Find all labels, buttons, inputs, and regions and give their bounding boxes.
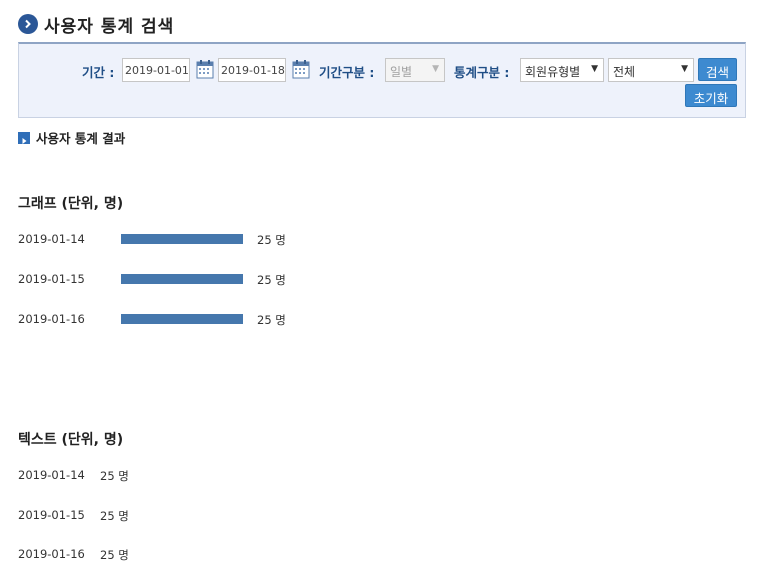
graph-row: 2019-01-14 25 명 <box>18 231 318 247</box>
period-type-value: 일별 <box>390 65 413 79</box>
period-label: 기간 : <box>82 65 115 80</box>
text-date: 2019-01-16 <box>18 547 85 561</box>
search-button[interactable]: 검색 <box>698 58 737 81</box>
stat-type-select[interactable]: 회원유형별 ▼ <box>520 58 604 82</box>
dropdown-arrow-icon: ▼ <box>432 64 439 74</box>
graph-date: 2019-01-16 <box>18 312 85 326</box>
reset-button[interactable]: 초기화 <box>685 84 737 107</box>
graph-row: 2019-01-15 25 명 <box>18 271 318 287</box>
end-date-input[interactable]: 2019-01-18 <box>218 58 286 82</box>
text-row: 2019-01-16 25 명 <box>18 547 218 563</box>
result-title: 사용자 통계 결과 <box>36 131 126 146</box>
start-date-input[interactable]: 2019-01-01 <box>122 58 190 82</box>
graph-date: 2019-01-14 <box>18 232 85 246</box>
member-type-select[interactable]: 전체 ▼ <box>608 58 694 82</box>
chevron-right-icon <box>18 14 38 34</box>
graph-value: 25 명 <box>257 233 286 247</box>
calendar-icon[interactable] <box>292 59 310 79</box>
text-value: 25 명 <box>100 509 129 523</box>
text-row: 2019-01-15 25 명 <box>18 508 218 524</box>
text-row: 2019-01-14 25 명 <box>18 468 218 484</box>
graph-value: 25 명 <box>257 273 286 287</box>
text-date: 2019-01-14 <box>18 468 85 482</box>
graph-row: 2019-01-16 25 명 <box>18 311 318 327</box>
dropdown-arrow-icon: ▼ <box>591 64 598 74</box>
text-value: 25 명 <box>100 548 129 562</box>
result-section-header: 사용자 통계 결과 <box>18 128 125 147</box>
stat-type-value: 회원유형별 <box>525 65 581 79</box>
play-icon <box>18 131 30 144</box>
text-date: 2019-01-15 <box>18 508 85 522</box>
graph-date: 2019-01-15 <box>18 272 85 286</box>
stat-type-label: 통계구분 : <box>454 65 510 80</box>
text-value: 25 명 <box>100 469 129 483</box>
dropdown-arrow-icon: ▼ <box>681 64 688 74</box>
graph-title: 그래프 (단위, 명) <box>18 196 124 212</box>
graph-bar <box>121 274 243 284</box>
search-panel: 기간 : 2019-01-01 2019-01-18 기간구분 : 일별 ▼ 통… <box>18 42 746 118</box>
page-title-text: 사용자 통계 검색 <box>44 16 175 37</box>
text-title: 텍스트 (단위, 명) <box>18 432 124 448</box>
calendar-icon[interactable] <box>196 59 214 79</box>
member-type-value: 전체 <box>613 65 636 79</box>
graph-value: 25 명 <box>257 313 286 327</box>
graph-bar <box>121 234 243 244</box>
period-type-select[interactable]: 일별 ▼ <box>385 58 445 82</box>
page-title: 사용자 통계 검색 <box>18 12 175 37</box>
period-type-label: 기간구분 : <box>319 65 375 80</box>
graph-bar <box>121 314 243 324</box>
